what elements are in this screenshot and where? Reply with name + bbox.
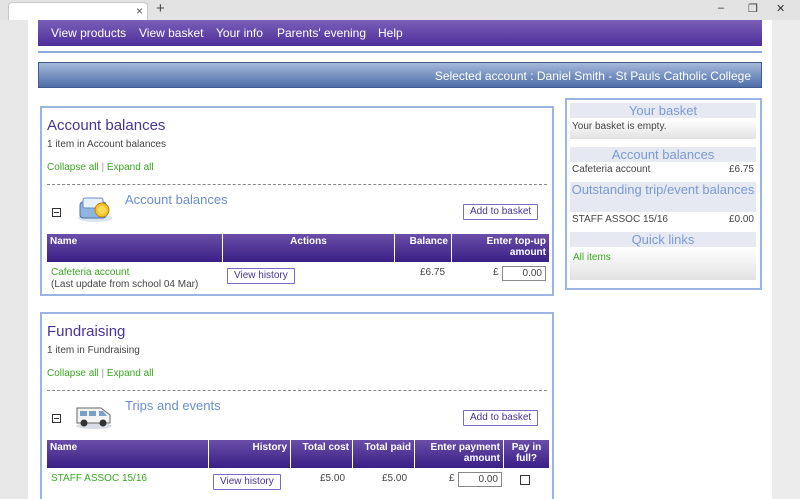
account-balances-title: Account balances bbox=[570, 147, 756, 162]
cafeteria-account-link[interactable]: Cafeteria account bbox=[51, 267, 129, 278]
col-balance: Balance bbox=[395, 234, 452, 262]
fundraising-count: 1 item in Fundraising bbox=[47, 345, 140, 356]
selected-account-text: Selected account : Daniel Smith - St Pau… bbox=[434, 69, 751, 83]
basket-box: Your basket is empty. bbox=[570, 119, 756, 139]
account-balances-count: 1 item in Account balances bbox=[47, 139, 166, 150]
balance-name: Cafeteria account bbox=[572, 164, 651, 175]
nav-help[interactable]: Help bbox=[378, 26, 403, 40]
staff-assoc-link[interactable]: STAFF ASSOC 15/16 bbox=[51, 473, 147, 484]
col-history: History bbox=[209, 440, 291, 468]
quick-links-title: Quick links bbox=[570, 232, 756, 247]
total-paid-value: £5.00 bbox=[382, 473, 408, 484]
col-total-paid: Total paid bbox=[353, 440, 415, 468]
col-total-cost: Total cost bbox=[291, 440, 353, 468]
total-cost-value: £5.00 bbox=[320, 473, 346, 484]
links-separator: | bbox=[101, 162, 105, 173]
top-nav: View products View basket Your info Pare… bbox=[38, 20, 762, 46]
page: View products View basket Your info Pare… bbox=[28, 20, 772, 499]
last-update-note: (Last update from school 04 Mar) bbox=[51, 279, 199, 290]
window-close-icon[interactable]: ✕ bbox=[776, 2, 785, 15]
close-tab-icon[interactable]: × bbox=[136, 4, 143, 18]
browser-chrome: × + – ❐ ✕ bbox=[0, 0, 800, 20]
nav-view-products[interactable]: View products bbox=[51, 26, 126, 40]
collapse-section-icon[interactable] bbox=[52, 208, 61, 217]
quick-links-box: All items bbox=[570, 248, 756, 280]
outstanding-value: £0.00 bbox=[728, 214, 754, 225]
add-to-basket-button[interactable]: Add to basket bbox=[463, 410, 539, 426]
section-title: Account balances bbox=[125, 192, 228, 207]
scrollbar[interactable] bbox=[772, 20, 800, 499]
wallet-icon bbox=[78, 197, 112, 222]
restore-icon[interactable]: ❐ bbox=[748, 2, 758, 15]
nav-parents-evening[interactable]: Parents' evening bbox=[277, 26, 366, 40]
section-divider bbox=[47, 184, 547, 185]
col-payment-amount: Enter payment amount bbox=[415, 440, 504, 468]
new-tab-icon[interactable]: + bbox=[156, 0, 165, 17]
nav-your-info[interactable]: Your info bbox=[216, 26, 263, 40]
table-header: Name Actions Balance Enter top-up amount bbox=[47, 234, 549, 262]
col-actions: Actions bbox=[223, 234, 395, 262]
sidebar-panel: Your basket Your basket is empty. Accoun… bbox=[565, 98, 762, 290]
payment-amount-input[interactable] bbox=[458, 472, 502, 487]
minibus-icon bbox=[76, 407, 112, 429]
your-basket-title: Your basket bbox=[570, 103, 756, 118]
currency-symbol: £ bbox=[493, 267, 499, 278]
collapse-all-link[interactable]: Collapse all bbox=[47, 162, 99, 173]
section-title: Trips and events bbox=[125, 398, 221, 413]
account-balances-heading: Account balances bbox=[47, 117, 166, 134]
basket-empty-text: Your basket is empty. bbox=[572, 121, 667, 132]
col-name: Name bbox=[47, 234, 223, 262]
nav-divider bbox=[38, 51, 762, 53]
add-to-basket-button[interactable]: Add to basket bbox=[463, 204, 539, 220]
table-header: Name History Total cost Total paid Enter… bbox=[47, 440, 549, 468]
expand-collapse-links: Collapse all | Expand all bbox=[47, 368, 154, 379]
expand-collapse-links: Collapse all | Expand all bbox=[47, 162, 154, 173]
browser-tab[interactable]: × bbox=[8, 2, 148, 20]
collapse-all-link[interactable]: Collapse all bbox=[47, 368, 99, 379]
pay-in-full-checkbox[interactable] bbox=[520, 475, 530, 485]
links-separator: | bbox=[101, 368, 105, 379]
all-items-link[interactable]: All items bbox=[573, 252, 611, 263]
selected-account-bar: Selected account : Daniel Smith - St Pau… bbox=[38, 62, 762, 88]
topup-amount-input[interactable] bbox=[502, 266, 546, 281]
expand-all-link[interactable]: Expand all bbox=[107, 368, 154, 379]
expand-all-link[interactable]: Expand all bbox=[107, 162, 154, 173]
minimize-icon[interactable]: – bbox=[718, 2, 724, 14]
col-name: Name bbox=[47, 440, 209, 468]
fundraising-heading: Fundraising bbox=[47, 323, 126, 340]
balance-value: £6.75 bbox=[420, 267, 446, 278]
outstanding-balances-title: Outstanding trip/event balances bbox=[570, 182, 756, 212]
outstanding-name: STAFF ASSOC 15/16 bbox=[572, 214, 668, 225]
col-pay-in-full: Pay in full? bbox=[511, 442, 542, 464]
fundraising-panel: Fundraising 1 item in Fundraising Collap… bbox=[40, 312, 554, 499]
section-divider bbox=[47, 390, 547, 391]
view-history-button[interactable]: View history bbox=[227, 268, 295, 284]
view-history-button[interactable]: View history bbox=[213, 474, 281, 490]
account-balances-panel: Account balances 1 item in Account balan… bbox=[40, 106, 554, 296]
balance-value: £6.75 bbox=[728, 164, 754, 175]
collapse-section-icon[interactable] bbox=[52, 414, 61, 423]
col-topup: Enter top-up amount bbox=[486, 236, 546, 258]
currency-symbol: £ bbox=[449, 473, 455, 484]
nav-view-basket[interactable]: View basket bbox=[139, 26, 203, 40]
